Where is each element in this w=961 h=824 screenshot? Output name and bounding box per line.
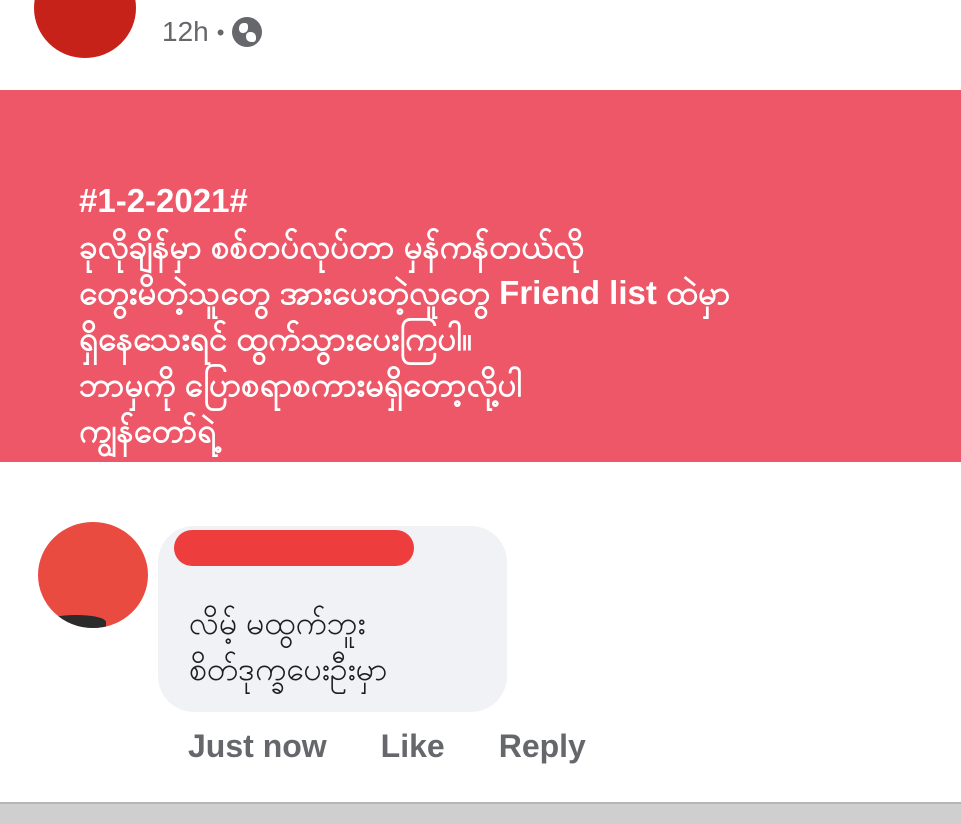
comment-line-1: လိမ့် မထွက်ဘူး (189, 605, 366, 641)
post-line-4: ရှိနေသေးရင် ထွက်သွားပေးကြပါ။ (79, 320, 472, 357)
bottom-divider (0, 802, 961, 824)
author-avatar[interactable] (34, 0, 136, 58)
post-line-2: ခုလိုချိန်မှာ စစ်တပ်လုပ်တာ မှန်ကန်တယ်လို (79, 228, 585, 265)
globe-icon (232, 17, 263, 47)
meta-separator: • (216, 20, 225, 45)
reply-button[interactable]: Reply (499, 730, 586, 762)
comment-actions: Just now Like Reply (188, 730, 586, 762)
comment-line-2: စိတ်ဒုက္ခပေးဦးမှာ (189, 651, 388, 687)
like-button[interactable]: Like (381, 730, 445, 762)
post-line-5: ဘာမှကို ပြောစရာစကားမရှိတော့လို့ပါ (79, 366, 522, 403)
post-line-6: ကျွန်တော်ရဲ့ (79, 412, 217, 449)
post-text: #1-2-2021# ခုလိုချိန်မှာ စစ်တပ်လုပ်တာ မှ… (79, 178, 899, 454)
comment-time[interactable]: Just now (188, 730, 327, 762)
post-line-1: #1-2-2021# (79, 182, 248, 219)
redacted-author-name[interactable] (174, 530, 414, 566)
comment-bubble: လိမ့် မထွက်ဘူး စိတ်ဒုက္ခပေးဦးမှာ (158, 526, 507, 712)
comment-text: လိမ့် မထွက်ဘူး စိတ်ဒုက္ခပေးဦးမှာ (189, 600, 387, 692)
post-line-3: တွေးမိတဲ့သူတွေ အားပေးတဲ့လူတွေ Friend lis… (79, 274, 731, 311)
post-meta: 12h • (162, 16, 263, 48)
post-header: 12h • (0, 0, 961, 90)
commenter-avatar[interactable] (38, 522, 148, 628)
post-time[interactable]: 12h (162, 16, 209, 48)
post-background: #1-2-2021# ခုလိုချိန်မှာ စစ်တပ်လုပ်တာ မှ… (0, 90, 961, 462)
